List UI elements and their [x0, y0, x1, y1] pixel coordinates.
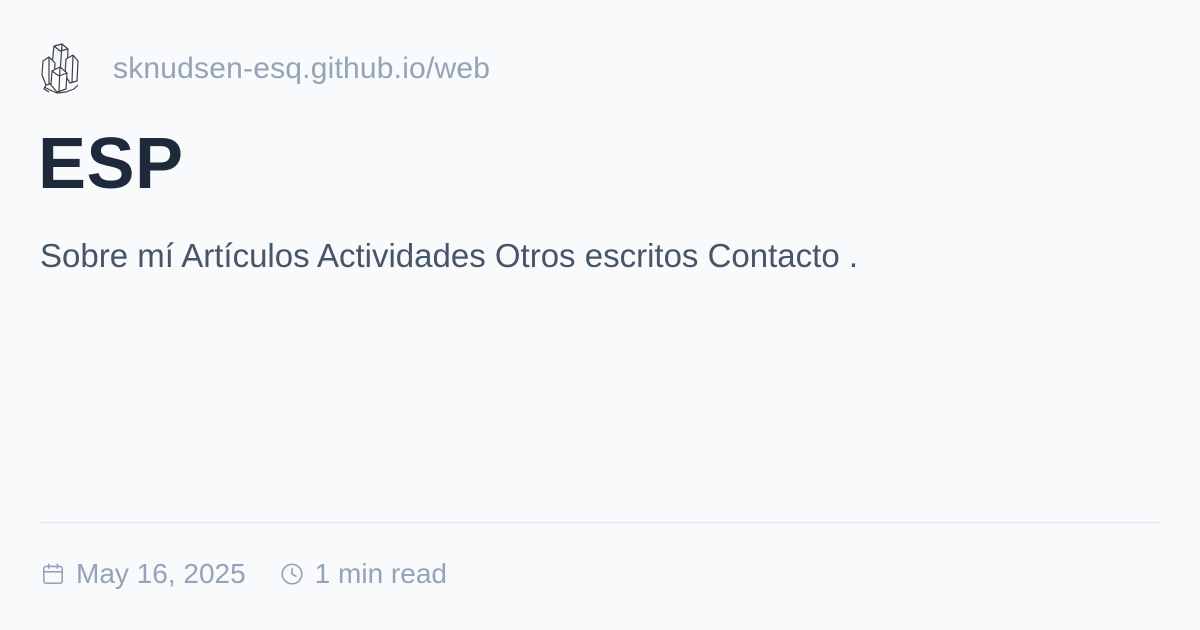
page-title: ESP [38, 124, 184, 204]
meta-row: May 16, 2025 1 min read [40, 556, 447, 592]
site-url[interactable]: sknudsen-esq.github.io/web [113, 52, 490, 86]
crystal-logo-icon [40, 40, 96, 98]
read-time-text: 1 min read [314, 558, 447, 589]
publish-date: May 16, 2025 [40, 558, 246, 590]
publish-date-text: May 16, 2025 [76, 558, 246, 589]
calendar-icon [40, 561, 66, 587]
read-time: 1 min read [279, 558, 447, 590]
site-header: sknudsen-esq.github.io/web [40, 40, 490, 98]
clock-icon [279, 561, 305, 587]
page-description: Sobre mí Artículos Actividades Otros esc… [40, 237, 859, 274]
divider [40, 522, 1160, 523]
